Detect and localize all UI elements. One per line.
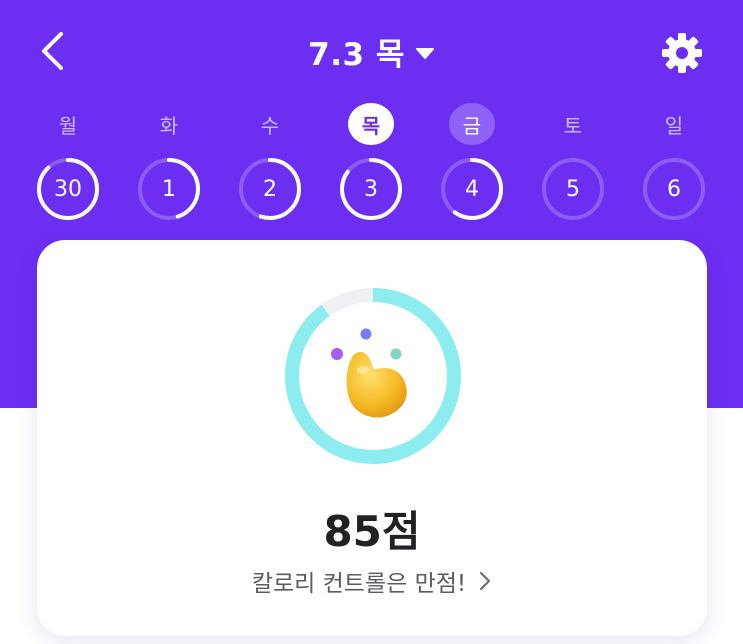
score-card: 85점 칼로리 컨트롤은 만점! (37, 240, 707, 636)
weekday-thu-selected: 목 (348, 103, 394, 145)
weekday-row: 월 화 수 목 금 토 일 (0, 103, 743, 145)
day-6[interactable]: 6 (640, 155, 708, 223)
caret-down-icon (415, 48, 434, 59)
day-number: 5 (566, 176, 580, 202)
weekday-wed: 수 (260, 113, 280, 138)
score-message: 칼로리 컨트롤은 만점! (251, 571, 467, 597)
day-number: 1 (162, 176, 176, 202)
chevron-right-icon (480, 571, 491, 591)
date-selector[interactable]: 7.3 목 (0, 26, 743, 76)
score-value: 85점 (323, 507, 421, 556)
page-title: 7.3 목 (308, 36, 405, 73)
weekday-mon: 월 (58, 113, 78, 138)
day-2[interactable]: 2 (236, 155, 304, 223)
day-number: 6 (667, 176, 681, 202)
day-5[interactable]: 5 (539, 155, 607, 223)
day-number: 30 (54, 176, 82, 202)
day-4[interactable]: 4 (438, 155, 506, 223)
day-number: 3 (364, 176, 378, 202)
weekday-sun: 일 (664, 113, 684, 138)
score-message-link[interactable]: 칼로리 컨트롤은 만점! (37, 565, 707, 597)
header: 7.3 목 (0, 0, 743, 100)
weekday-tue: 화 (159, 113, 179, 138)
day-1[interactable]: 1 (135, 155, 203, 223)
score-ring (285, 288, 461, 464)
day-number: 2 (263, 176, 277, 202)
day-number: 4 (465, 176, 479, 202)
weekday-fri-today: 금 (449, 103, 495, 145)
weekday-sat: 토 (563, 113, 583, 138)
character-illustration (331, 328, 407, 418)
day-3[interactable]: 3 (337, 155, 405, 223)
gear-icon (662, 33, 702, 73)
settings-button[interactable] (656, 27, 708, 79)
day-30[interactable]: 30 (34, 155, 102, 223)
day-selector-row: 30 1 2 3 4 5 6 (0, 155, 743, 225)
